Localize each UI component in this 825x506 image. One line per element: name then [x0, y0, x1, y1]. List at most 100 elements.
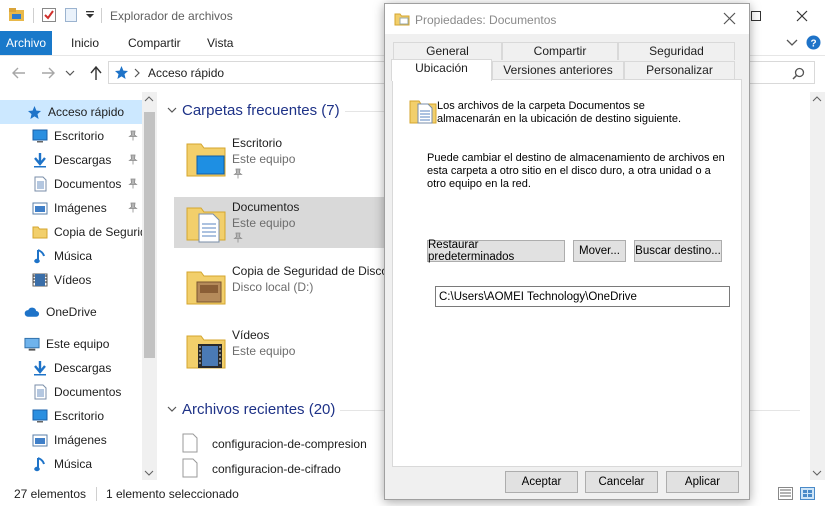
tile-name: Copia de Seguridad de Disco	[232, 264, 385, 278]
forward-button[interactable]	[37, 62, 59, 84]
collapse-chevron-icon[interactable]	[167, 106, 177, 114]
item-count: 27 elementos	[14, 487, 87, 501]
star-icon	[26, 104, 42, 120]
frequent-tile-escritorio[interactable]: Escritorio Este equipo	[185, 134, 385, 184]
change-location-text: Puede cambiar el destino de almacenamien…	[427, 152, 725, 190]
nav-item-musica[interactable]: Música	[0, 244, 142, 268]
file-name: configuracion-de-cifrado	[212, 462, 341, 476]
nav-pc-escritorio[interactable]: Escritorio	[0, 404, 142, 428]
tab-compartir[interactable]: Compartir	[502, 42, 618, 60]
nav-label: Este equipo	[46, 337, 110, 351]
nav-pc-imagenes[interactable]: Imágenes	[0, 428, 142, 452]
nav-pc-musica[interactable]: Música	[0, 452, 142, 476]
ok-button[interactable]: Aceptar	[505, 471, 578, 493]
folder-icon	[394, 12, 410, 26]
nav-item-descargas[interactable]: Descargas	[0, 148, 142, 172]
separator	[101, 8, 102, 23]
tab-personalizar[interactable]: Personalizar	[624, 61, 735, 79]
qa-dropdown-icon[interactable]	[85, 10, 95, 20]
divider	[750, 410, 800, 411]
nav-pc-documentos[interactable]: Documentos	[0, 380, 142, 404]
tile-location: Este equipo	[232, 216, 296, 230]
frequent-tile-videos[interactable]: Vídeos Este equipo	[185, 326, 385, 376]
pin-icon[interactable]	[128, 154, 138, 165]
pin-icon[interactable]	[233, 168, 243, 179]
nav-item-videos[interactable]: Vídeos	[0, 268, 142, 292]
pin-icon[interactable]	[128, 202, 138, 213]
dialog-close-icon[interactable]	[723, 12, 736, 25]
dialog-title: Propiedades: Documentos	[415, 13, 557, 27]
ribbon-expand-icon[interactable]	[786, 38, 798, 48]
close-button[interactable]	[779, 0, 825, 31]
tab-vista[interactable]: Vista	[198, 31, 242, 55]
tab-general[interactable]: General	[393, 42, 502, 60]
frequent-tile-copia-seguridad[interactable]: Copia de Seguridad de Disco Disco local …	[185, 262, 385, 312]
recent-file-item[interactable]: configuracion-de-compresion	[182, 433, 382, 455]
nav-label: Música	[54, 457, 93, 471]
tile-location: Este equipo	[232, 344, 296, 358]
tile-name: Documentos	[232, 200, 300, 214]
tab-archivo[interactable]: Archivo	[0, 31, 52, 55]
pin-icon[interactable]	[233, 232, 243, 243]
tab-seguridad[interactable]: Seguridad	[618, 42, 735, 60]
cancel-button[interactable]: Cancelar	[585, 471, 658, 493]
nav-onedrive[interactable]: OneDrive	[0, 300, 142, 324]
properties-qa-icon[interactable]	[41, 7, 57, 23]
scroll-up-icon[interactable]	[812, 96, 822, 102]
up-button[interactable]	[85, 62, 107, 84]
nav-item-imagenes[interactable]: Imágenes	[0, 196, 142, 220]
apply-button[interactable]: Aplicar	[666, 471, 739, 493]
recent-files-header[interactable]: Archivos recientes (20)	[182, 401, 335, 418]
move-button[interactable]: Mover...	[573, 240, 626, 262]
divider	[345, 111, 385, 112]
cloud-icon	[24, 304, 40, 320]
scroll-up-icon[interactable]	[144, 96, 154, 102]
nav-label: Vídeos	[54, 273, 92, 287]
search-icon[interactable]	[792, 67, 805, 80]
nav-label: Copia de Seguridad	[54, 225, 142, 239]
tab-compartir[interactable]: Compartir	[119, 31, 190, 55]
restore-defaults-button[interactable]: Restaurar predeterminados	[427, 239, 565, 263]
recent-file-item[interactable]: configuracion-de-cifrado	[182, 458, 382, 480]
breadcrumb[interactable]: Acceso rápido	[148, 66, 224, 80]
content-scrollbar[interactable]	[810, 92, 825, 480]
tab-versiones-anteriores[interactable]: Versiones anteriores	[492, 61, 624, 79]
large-icons-view-icon[interactable]	[800, 487, 815, 500]
details-view-icon[interactable]	[778, 487, 793, 500]
separator	[33, 8, 34, 23]
nav-scrollbar-thumb[interactable]	[144, 112, 155, 358]
collapse-chevron-icon[interactable]	[167, 405, 177, 413]
recent-locations-chevron-icon[interactable]	[62, 62, 78, 84]
nav-label: Descargas	[54, 361, 112, 375]
file-icon	[182, 458, 198, 478]
pin-icon[interactable]	[128, 130, 138, 141]
nav-item-documentos[interactable]: Documentos	[0, 172, 142, 196]
tab-ubicacion[interactable]: Ubicación	[391, 59, 492, 81]
scroll-down-icon[interactable]	[144, 470, 154, 476]
nav-this-pc[interactable]: Este equipo	[0, 332, 142, 356]
breadcrumb-chevron-icon[interactable]	[133, 68, 141, 78]
document-icon	[32, 176, 48, 192]
frequent-tile-documentos[interactable]: Documentos Este equipo	[185, 198, 385, 248]
tab-inicio[interactable]: Inicio	[62, 31, 108, 55]
navigation-pane: Acceso rápido Escritorio Descargas Docum…	[0, 92, 157, 480]
back-button[interactable]	[8, 62, 30, 84]
nav-label: OneDrive	[46, 305, 97, 319]
target-path-input[interactable]	[435, 286, 730, 307]
frequent-folders-header[interactable]: Carpetas frecuentes (7)	[182, 102, 340, 119]
nav-label: Descargas	[54, 153, 112, 167]
star-icon	[114, 65, 129, 80]
nav-quick-access[interactable]: Acceso rápido	[0, 100, 142, 124]
nav-pc-descargas[interactable]: Descargas	[0, 356, 142, 380]
nav-item-escritorio[interactable]: Escritorio	[0, 124, 142, 148]
nav-item-copia-seguridad[interactable]: Copia de Seguridad	[0, 220, 142, 244]
find-target-button[interactable]: Buscar destino...	[634, 240, 722, 262]
help-icon[interactable]: ?	[806, 35, 821, 50]
nav-label: Escritorio	[54, 409, 105, 423]
scroll-down-icon[interactable]	[812, 470, 822, 476]
nav-label: Imágenes	[54, 433, 107, 447]
file-icon	[182, 433, 198, 453]
separator	[96, 487, 97, 501]
pin-icon[interactable]	[128, 178, 138, 189]
new-folder-qa-icon[interactable]	[64, 7, 78, 23]
